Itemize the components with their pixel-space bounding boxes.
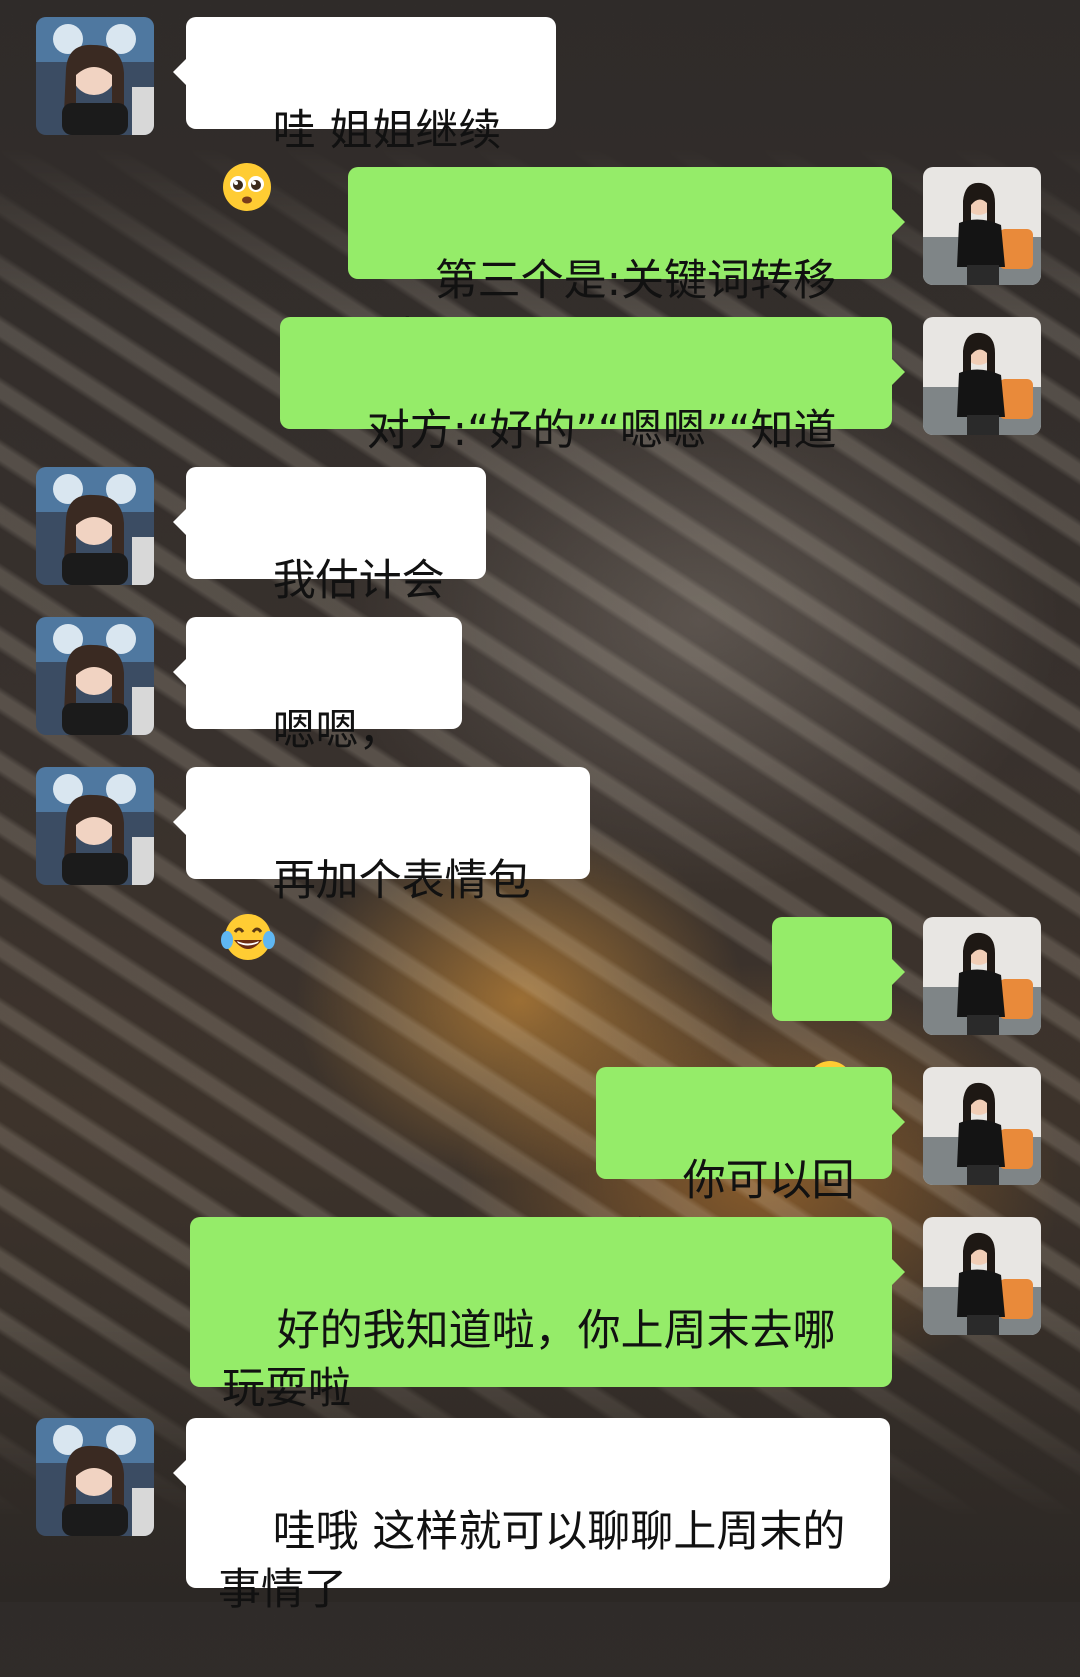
message-bubble-right[interactable]: 第三个是:关键词转移法 xyxy=(348,167,905,364)
avatar-right[interactable] xyxy=(923,167,1041,285)
message-bubble-left[interactable]: 嗯嗯，OK xyxy=(173,617,462,814)
message-bubble-right[interactable]: 对方:“好的”“嗯嗯”“知道了” xyxy=(280,317,905,514)
message-bubble-right[interactable]: 你可以回复 xyxy=(596,1067,905,1264)
message-bubble-left[interactable]: 哇 姐姐继续 xyxy=(173,17,556,211)
pleading-face-icon xyxy=(220,160,274,229)
avatar-right[interactable] xyxy=(923,1217,1041,1335)
tears-of-joy-face-icon xyxy=(220,910,276,979)
avatar-left[interactable] xyxy=(36,17,154,135)
avatar-right[interactable] xyxy=(923,917,1041,1035)
chat-window: 哇 姐姐继续 第三个是:关键词转移法 对方:“好的”“嗯嗯”“知道了” 我估计会… xyxy=(0,0,1080,1615)
avatar-left[interactable] xyxy=(36,767,154,885)
avatar-left[interactable] xyxy=(36,467,154,585)
message-bubble-left[interactable]: 再加个表情包 xyxy=(173,767,590,960)
message-bubble-left[interactable]: 我估计会回 xyxy=(173,467,486,664)
avatar-right[interactable] xyxy=(923,317,1041,435)
message-bubble-left[interactable]: 哇哦 这样就可以聊聊上周末的 事情了 xyxy=(173,1418,890,1615)
message-bubble-right[interactable] xyxy=(772,917,905,1109)
avatar-left[interactable] xyxy=(36,617,154,735)
message-text: 再加个表情包 xyxy=(272,856,531,906)
message-text: 哇哦 这样就可以聊聊上周末的 事情了 xyxy=(218,1507,846,1615)
avatar-left[interactable] xyxy=(36,1418,154,1536)
message-text: 哇 姐姐继续 xyxy=(272,106,502,156)
message-bubble-right[interactable]: 好的我知道啦，你上周末去哪 玩耍啦 xyxy=(190,1217,905,1414)
avatar-right[interactable] xyxy=(923,1067,1041,1185)
message-text: 好的我知道啦，你上周末去哪 玩耍啦 xyxy=(222,1306,836,1414)
